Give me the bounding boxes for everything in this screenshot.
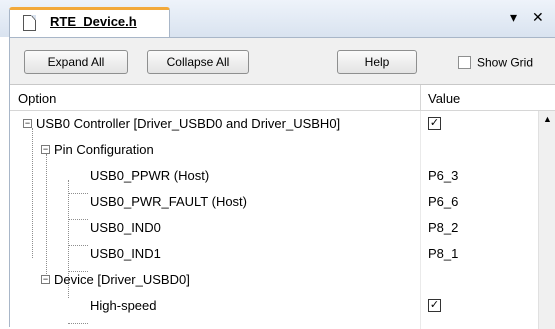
tree-row-usb0-ppwr[interactable]: USB0_PPWR (Host) P6_3 bbox=[10, 163, 538, 189]
scroll-up-icon[interactable]: ▲ bbox=[539, 111, 555, 128]
column-header-option[interactable]: Option bbox=[18, 91, 56, 106]
collapse-icon[interactable]: − bbox=[23, 119, 32, 128]
toolbar: Expand All Collapse All Help Show Grid bbox=[10, 38, 555, 84]
vertical-scrollbar[interactable]: ▲ bbox=[538, 111, 555, 329]
help-button[interactable]: Help bbox=[337, 50, 417, 74]
tab-title: RTE_Device.h bbox=[50, 14, 137, 29]
tab-bar: RTE_Device.h ▾ ✕ bbox=[0, 0, 555, 38]
show-grid-box[interactable] bbox=[458, 56, 471, 70]
row-label: Device [Driver_USBD0] bbox=[54, 272, 190, 287]
tree-row-usb0-ind1[interactable]: USB0_IND1 P8_1 bbox=[10, 241, 538, 267]
row-value[interactable]: P8_1 bbox=[428, 246, 458, 261]
grid-header: Option Value bbox=[10, 85, 555, 111]
editor-frame: Expand All Collapse All Help Show Grid O… bbox=[9, 37, 555, 329]
row-label: USB0 Controller [Driver_USBD0 and Driver… bbox=[36, 116, 341, 131]
collapse-icon[interactable]: − bbox=[41, 145, 50, 154]
tree-line bbox=[68, 323, 88, 324]
tab-menu-icon[interactable]: ▾ bbox=[510, 9, 517, 26]
row-value[interactable]: P8_2 bbox=[428, 220, 458, 235]
tree-row-pin-configuration[interactable]: − Pin Configuration bbox=[10, 137, 538, 163]
close-icon[interactable]: ✕ bbox=[532, 9, 544, 26]
row-value[interactable]: P6_3 bbox=[428, 168, 458, 183]
value-checkbox[interactable]: ✓ bbox=[428, 299, 441, 312]
row-label: Pin Configuration bbox=[54, 142, 154, 157]
row-label: High-speed bbox=[90, 298, 157, 313]
show-grid-checkbox[interactable]: Show Grid bbox=[458, 54, 533, 70]
tree-row-usb0-pwr-fault[interactable]: USB0_PWR_FAULT (Host) P6_6 bbox=[10, 189, 538, 215]
value-checkbox[interactable]: ✓ bbox=[428, 117, 441, 130]
column-divider[interactable] bbox=[420, 85, 421, 111]
expand-all-button[interactable]: Expand All bbox=[24, 50, 128, 74]
row-value[interactable]: P6_6 bbox=[428, 194, 458, 209]
row-label: USB0_IND1 bbox=[90, 246, 161, 261]
tree-row-usb0-ind0[interactable]: USB0_IND0 P8_2 bbox=[10, 215, 538, 241]
column-header-value[interactable]: Value bbox=[428, 91, 460, 106]
row-label: USB0_IND0 bbox=[90, 220, 161, 235]
options-grid: Option Value − USB0 Controller [Driver_U… bbox=[10, 84, 555, 329]
document-icon bbox=[23, 15, 36, 31]
tree-row-device[interactable]: − Device [Driver_USBD0] bbox=[10, 267, 538, 293]
collapse-all-button[interactable]: Collapse All bbox=[147, 50, 249, 74]
row-label: USB0_PWR_FAULT (Host) bbox=[90, 194, 248, 209]
tab-rte-device[interactable]: RTE_Device.h bbox=[9, 7, 170, 38]
tree-row-high-speed[interactable]: High-speed ✓ bbox=[10, 293, 538, 319]
collapse-icon[interactable]: − bbox=[41, 275, 50, 284]
row-label: USB0_PPWR (Host) bbox=[90, 168, 210, 183]
tree-row-usb0-controller[interactable]: − USB0 Controller [Driver_USBD0 and Driv… bbox=[10, 111, 538, 137]
show-grid-label: Show Grid bbox=[477, 55, 534, 70]
